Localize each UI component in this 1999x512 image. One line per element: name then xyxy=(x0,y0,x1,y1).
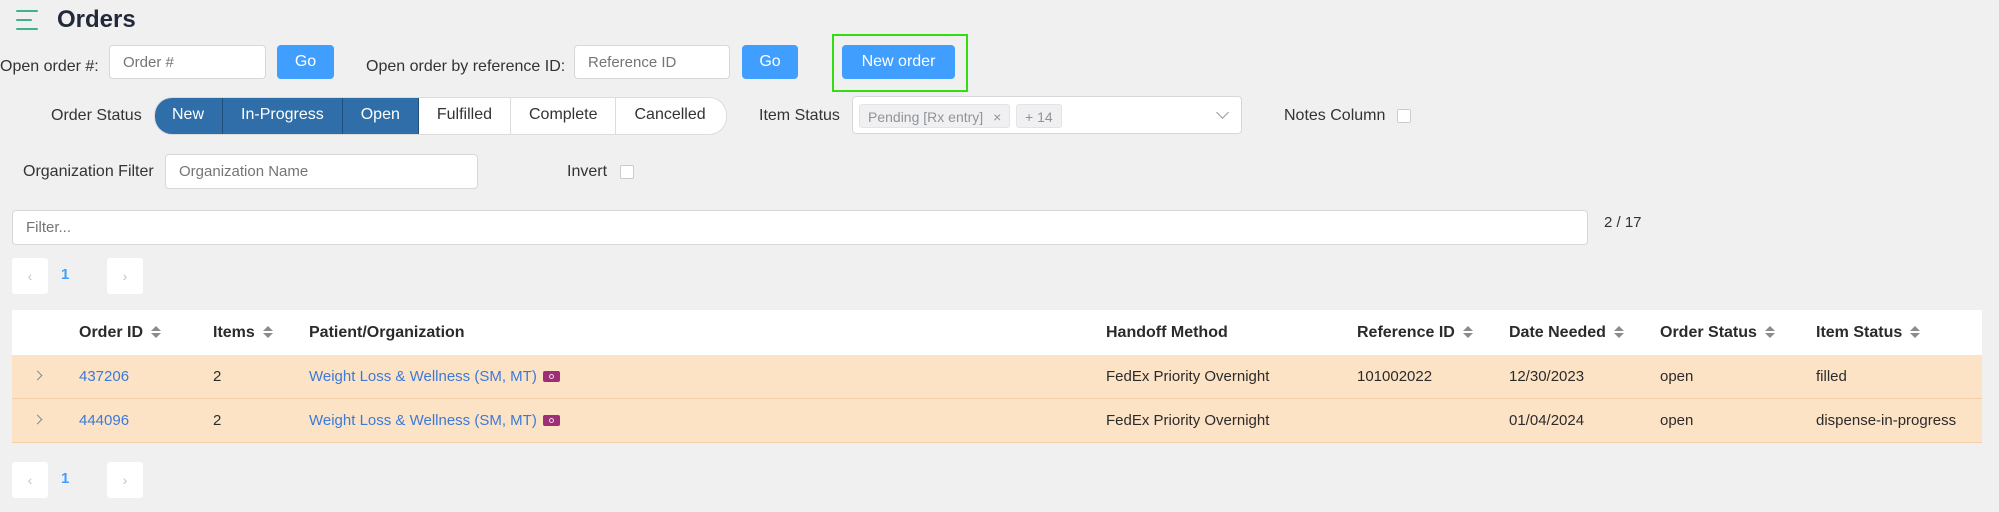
order-id-link[interactable]: 437206 xyxy=(79,355,129,399)
item-status-select[interactable]: Pending [Rx entry] × + 14 xyxy=(852,96,1242,134)
expand-row-icon[interactable] xyxy=(32,414,43,425)
open-by-reference-go-button[interactable]: Go xyxy=(742,45,798,79)
open-by-reference-label: Open order by reference ID: xyxy=(366,58,566,75)
organization-name-input[interactable] xyxy=(165,154,478,189)
patient-organization-link[interactable]: Weight Loss & Wellness (SM, MT) xyxy=(309,412,537,429)
notes-column-checkbox[interactable] xyxy=(1397,109,1411,123)
column-header-date-needed[interactable]: Date Needed xyxy=(1509,310,1624,355)
tag-remove-icon[interactable]: × xyxy=(993,109,1001,125)
column-header-order-status[interactable]: Order Status xyxy=(1660,310,1775,355)
column-header-items[interactable]: Items xyxy=(213,310,273,355)
patient-organization-cell: Weight Loss & Wellness (SM, MT) xyxy=(309,355,560,399)
chevron-down-icon[interactable] xyxy=(1216,106,1229,119)
order-status-segmented-control: New In-Progress Open Fulfilled Complete … xyxy=(154,97,727,135)
sort-icon[interactable] xyxy=(1910,325,1921,338)
expand-row-icon[interactable] xyxy=(32,370,43,381)
filter-input[interactable] xyxy=(12,210,1588,245)
result-count: 2 / 17 xyxy=(1604,214,1642,231)
sort-icon[interactable] xyxy=(1462,325,1473,338)
date-needed: 01/04/2024 xyxy=(1509,412,1585,429)
reference-id: 101002022 xyxy=(1357,368,1433,385)
order-status-fulfilled[interactable]: Fulfilled xyxy=(419,98,511,134)
item-status-label: Item Status xyxy=(759,107,840,124)
open-order-label: Open order #: xyxy=(0,58,99,75)
column-header-handoff-method: Handoff Method xyxy=(1106,324,1228,341)
order-status-cancelled[interactable]: Cancelled xyxy=(616,98,725,134)
item-status: dispense-in-progress xyxy=(1816,412,1957,429)
item-status-tag: Pending [Rx entry] × xyxy=(859,104,1011,128)
order-status-label: Order Status xyxy=(51,107,142,124)
column-header-reference-id[interactable]: Reference ID xyxy=(1357,310,1473,355)
handoff-method: FedEx Priority Overnight xyxy=(1106,412,1270,429)
order-status-in-progress[interactable]: In-Progress xyxy=(223,98,343,134)
order-status-complete[interactable]: Complete xyxy=(511,98,617,134)
column-header-item-status[interactable]: Item Status xyxy=(1816,310,1921,355)
organization-filter-label: Organization Filter xyxy=(23,163,154,180)
new-order-button[interactable]: New order xyxy=(842,45,955,79)
notes-column-label: Notes Column xyxy=(1284,107,1386,124)
handoff-method: FedEx Priority Overnight xyxy=(1106,368,1270,385)
sort-icon[interactable] xyxy=(1764,325,1775,338)
table-row[interactable]: 444096 2 Weight Loss & Wellness (SM, MT)… xyxy=(12,399,1982,443)
order-id-link[interactable]: 444096 xyxy=(79,399,129,443)
menu-icon[interactable] xyxy=(16,10,40,32)
prev-page-icon[interactable]: ‹ xyxy=(12,462,48,498)
current-page[interactable]: 1 xyxy=(61,266,69,283)
prev-page-icon[interactable]: ‹ xyxy=(12,258,48,294)
current-page[interactable]: 1 xyxy=(61,470,69,487)
table-header: Order ID Items Patient/Organization Hand… xyxy=(12,310,1982,355)
invert-checkbox[interactable] xyxy=(620,165,634,179)
next-page-icon[interactable]: › xyxy=(107,462,143,498)
order-status-open[interactable]: Open xyxy=(342,98,419,134)
page-title: Orders xyxy=(57,6,136,33)
table-row[interactable]: 437206 2 Weight Loss & Wellness (SM, MT)… xyxy=(12,355,1982,399)
invert-label: Invert xyxy=(567,163,608,180)
item-status-more-tag: + 14 xyxy=(1016,104,1062,128)
open-order-go-button[interactable]: Go xyxy=(277,45,334,79)
order-status: open xyxy=(1660,368,1694,385)
next-page-icon[interactable]: › xyxy=(107,258,143,294)
item-status-tag-label: Pending [Rx entry] xyxy=(868,109,984,125)
item-status: filled xyxy=(1816,368,1847,385)
order-status: open xyxy=(1660,412,1694,429)
payment-card-icon xyxy=(542,370,560,382)
sort-icon[interactable] xyxy=(151,325,162,338)
column-header-patient-organization: Patient/Organization xyxy=(309,324,465,341)
patient-organization-cell: Weight Loss & Wellness (SM, MT) xyxy=(309,399,560,443)
patient-organization-link[interactable]: Weight Loss & Wellness (SM, MT) xyxy=(309,368,537,385)
date-needed: 12/30/2023 xyxy=(1509,368,1585,385)
reference-id-input[interactable] xyxy=(574,45,730,79)
column-header-order-id[interactable]: Order ID xyxy=(79,310,162,355)
items-count: 2 xyxy=(213,368,222,385)
items-count: 2 xyxy=(213,412,222,429)
order-status-new[interactable]: New xyxy=(155,98,224,134)
sort-icon[interactable] xyxy=(1613,325,1624,338)
sort-icon[interactable] xyxy=(262,325,273,338)
payment-card-icon xyxy=(542,414,560,426)
order-number-input[interactable] xyxy=(109,45,266,79)
